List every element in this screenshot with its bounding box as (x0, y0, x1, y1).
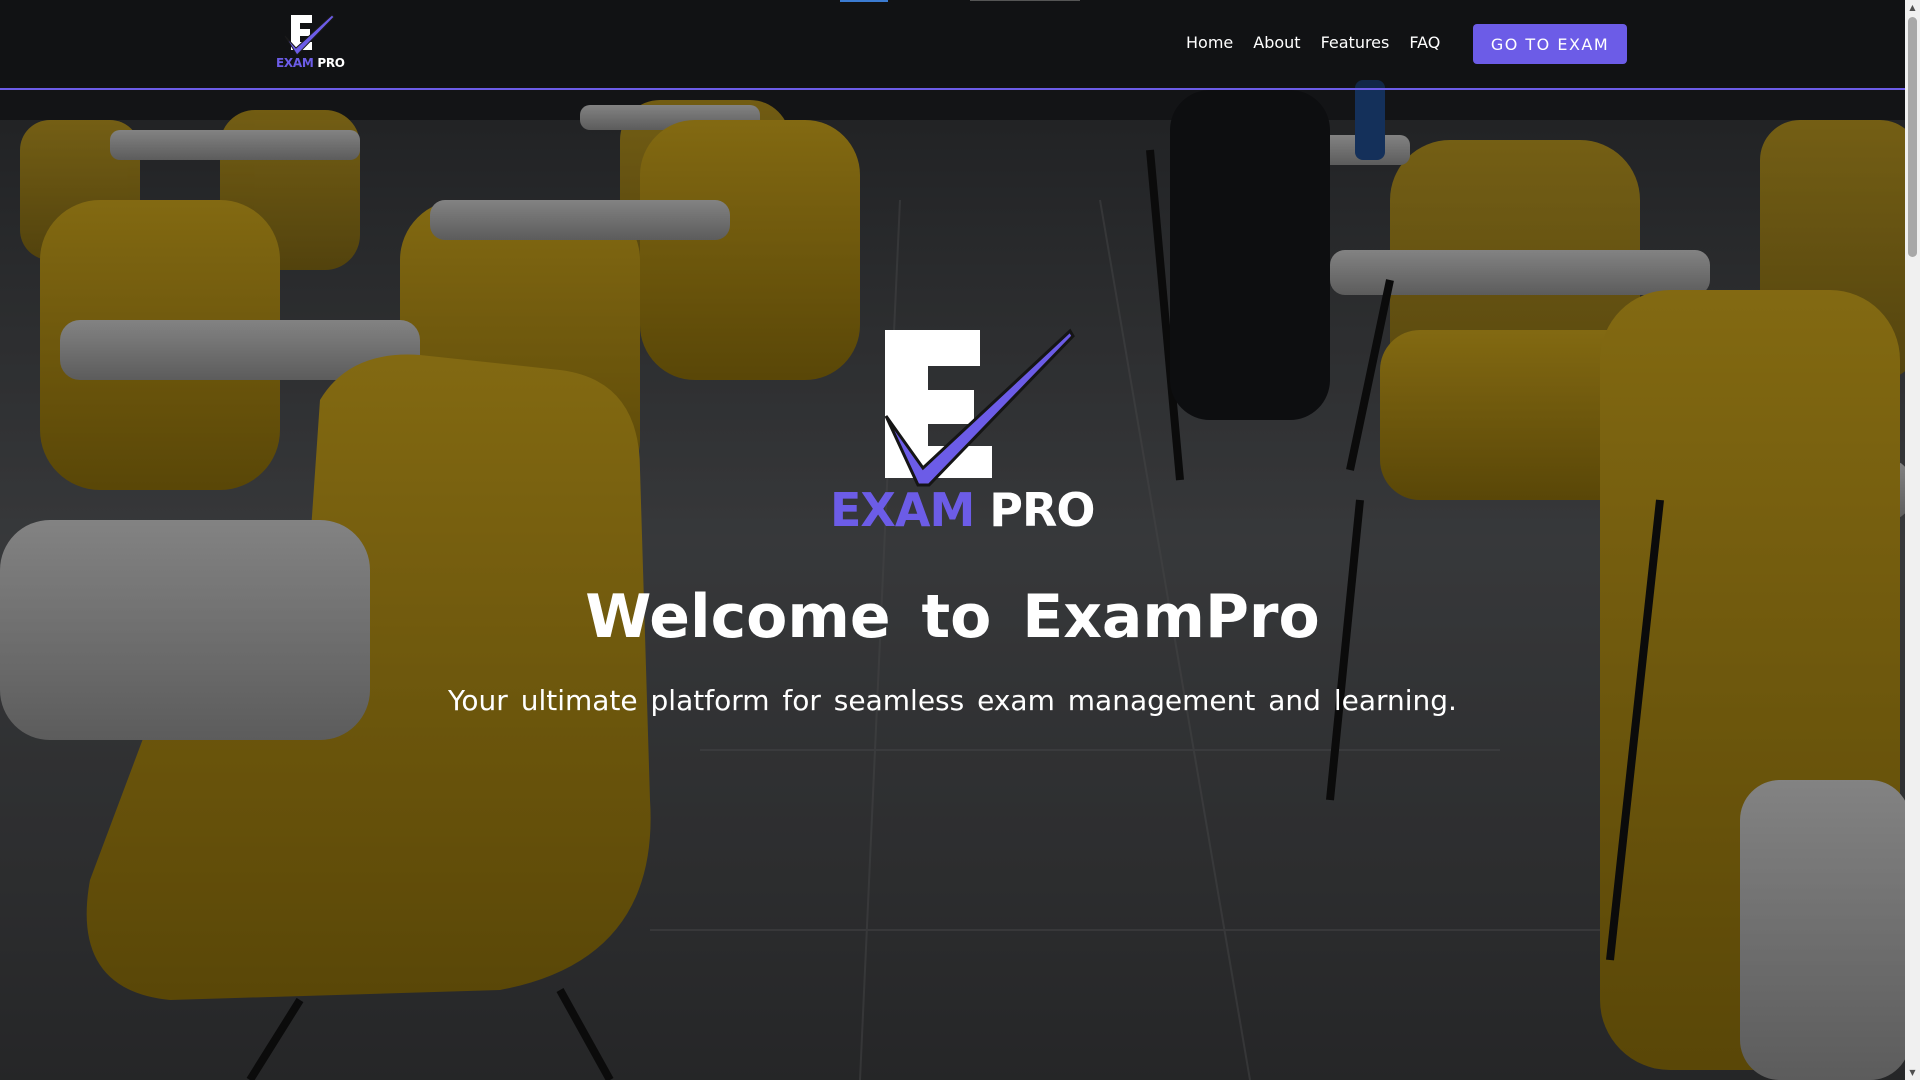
e-checkmark-logo-icon (284, 14, 335, 56)
arrow-up-icon[interactable]: ▲ (1905, 0, 1920, 15)
hero-subtitle: Your ultimate platform for seamless exam… (448, 684, 1457, 717)
nav-logo[interactable]: EXAM PRO (274, 12, 345, 72)
e-checkmark-logo-icon (884, 328, 1075, 487)
hero-logo-pro-text: PRO (989, 483, 1095, 537)
top-navbar: EXAM PRO Home About Features FAQ GO TO E… (0, 0, 1905, 90)
go-to-exam-button[interactable]: GO TO EXAM (1473, 24, 1627, 64)
background-dim-overlay (0, 0, 1905, 1080)
hero-logo-text: EXAM PRO (830, 483, 1096, 537)
landing-page: EXAM PRO Home About Features FAQ GO TO E… (0, 0, 1920, 1080)
page-scrollbar[interactable]: ▲ ▼ (1905, 0, 1920, 1080)
nav-link-about[interactable]: About (1253, 33, 1300, 52)
nav-link-home[interactable]: Home (1186, 33, 1233, 52)
nav-links: Home About Features FAQ (1186, 33, 1440, 52)
nav-link-features[interactable]: Features (1321, 33, 1390, 52)
nav-logo-text: EXAM PRO (276, 56, 345, 70)
arrow-down-icon[interactable]: ▼ (1905, 1065, 1920, 1080)
logo-pro-text: PRO (317, 56, 345, 70)
loading-indicator (840, 0, 888, 2)
loading-track (970, 0, 1080, 1)
scrollbar-thumb[interactable] (1908, 17, 1917, 257)
logo-exam-text: EXAM (276, 56, 314, 70)
nav-link-faq[interactable]: FAQ (1409, 33, 1440, 52)
hero-logo-exam-text: EXAM (830, 483, 975, 537)
hero-logo: EXAM PRO (830, 328, 1096, 538)
hero-title: Welcome to ExamPro (585, 582, 1320, 652)
